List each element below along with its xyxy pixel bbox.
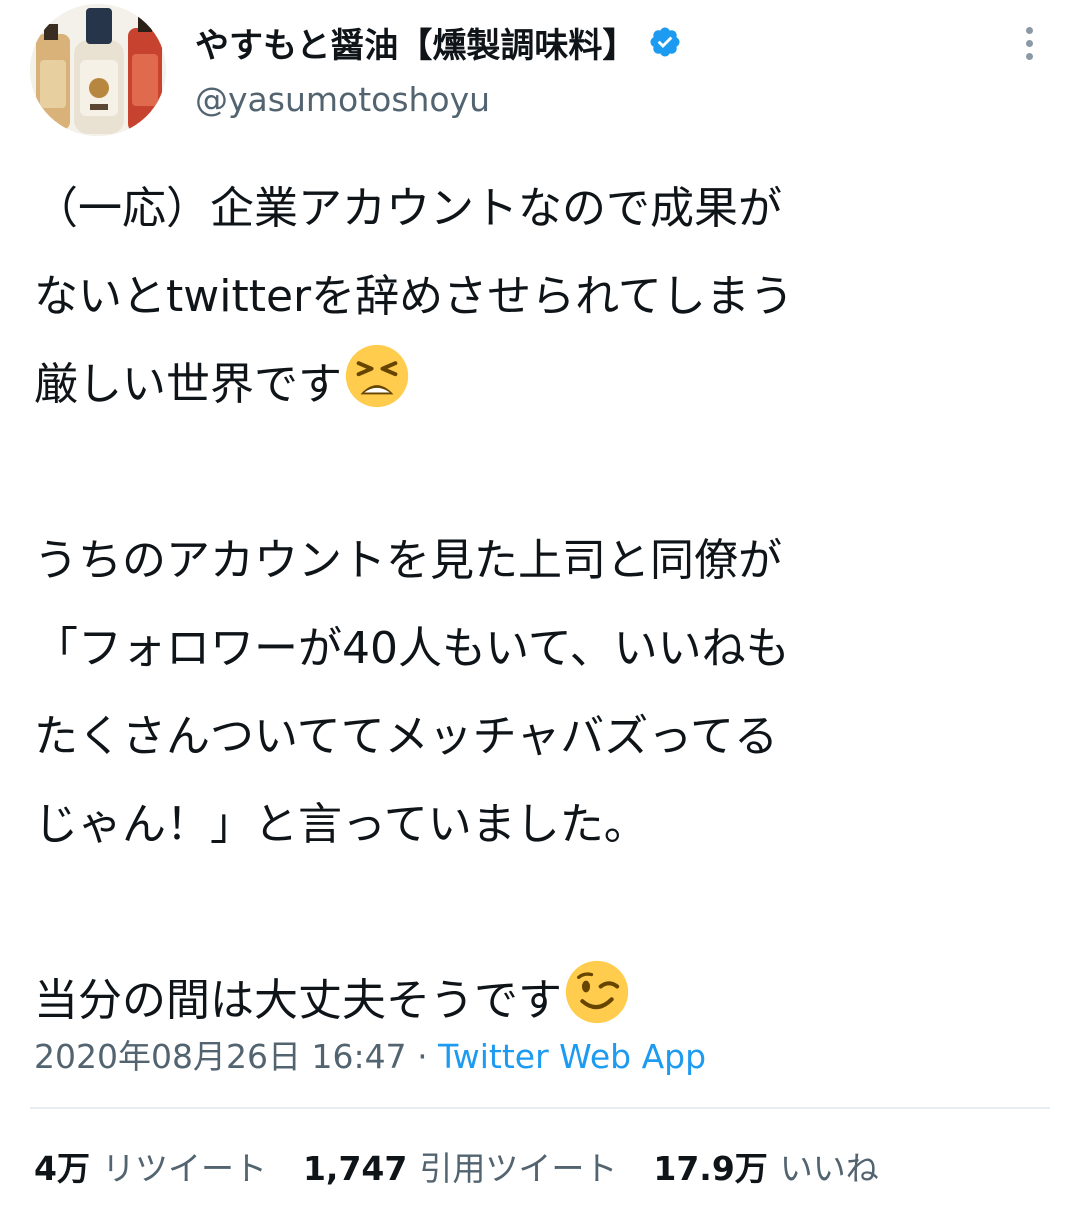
avatar[interactable] <box>30 4 166 136</box>
tired-face-emoji-icon <box>344 343 410 409</box>
tweet-source-link[interactable]: Twitter Web App <box>438 1037 706 1076</box>
tweet-line: うちのアカウントを見た上司と同僚が <box>34 535 782 586</box>
more-options-icon[interactable] <box>1014 20 1044 66</box>
winking-face-emoji-icon <box>564 959 630 1025</box>
quote-tweets-label: 引用ツイート <box>419 1149 618 1188</box>
tweet-line: （一応）企業アカウントなので成果が <box>34 183 782 234</box>
retweets-count: 4万 <box>34 1149 90 1188</box>
tweet-detail: やすもと醤油【燻製調味料】 @yasumotoshoyu （一応）企業アカウント… <box>0 0 1078 1217</box>
display-name: やすもと醤油【燻製調味料】 <box>195 25 637 66</box>
user-handle[interactable]: @yasumotoshoyu <box>195 80 490 119</box>
retweets-stat[interactable]: 4万 リツイート <box>34 1142 267 1190</box>
tweet-text: （一応）企業アカウントなので成果が ないとtwitterを辞めさせられてしまう … <box>34 165 1044 1045</box>
tweet-line: じゃん！」と言っていました。 <box>34 799 648 850</box>
likes-stat[interactable]: 17.9万 いいね <box>653 1142 878 1190</box>
likes-count: 17.9万 <box>653 1149 768 1188</box>
tweet-line-break <box>34 869 1044 957</box>
tweet-line: ないとtwitterを辞めさせられてしまう <box>34 271 794 322</box>
tweet-timestamp[interactable]: 2020年08月26日 16:47 <box>34 1037 407 1076</box>
tweet-line: 厳しい世界です <box>34 341 1044 429</box>
meta-separator: · <box>417 1037 428 1076</box>
quote-tweets-stat[interactable]: 1,747 引用ツイート <box>303 1142 617 1190</box>
tweet-line: 「フォロワーが40人もいて、いいねも <box>34 623 790 674</box>
avatar-image <box>30 4 166 136</box>
user-name-row[interactable]: やすもと醤油【燻製調味料】 <box>195 16 682 68</box>
tweet-line: たくさんついててメッチャバズってる <box>34 711 779 762</box>
tweet-line-break <box>34 429 1044 517</box>
retweets-label: リツイート <box>101 1149 267 1188</box>
quote-tweets-count: 1,747 <box>302 1149 408 1188</box>
tweet-line-text: 厳しい世界です <box>34 359 342 410</box>
tweet-line-text: 当分の間は大丈夫そうです <box>34 975 562 1026</box>
tweet-meta: 2020年08月26日 16:47 · Twitter Web App <box>34 1030 706 1078</box>
tweet-stats: 4万 リツイート 1,747 引用ツイート 17.9万 いいね <box>34 1142 915 1190</box>
divider <box>30 1107 1050 1109</box>
verified-badge-icon <box>648 25 682 59</box>
likes-label: いいね <box>779 1149 879 1188</box>
